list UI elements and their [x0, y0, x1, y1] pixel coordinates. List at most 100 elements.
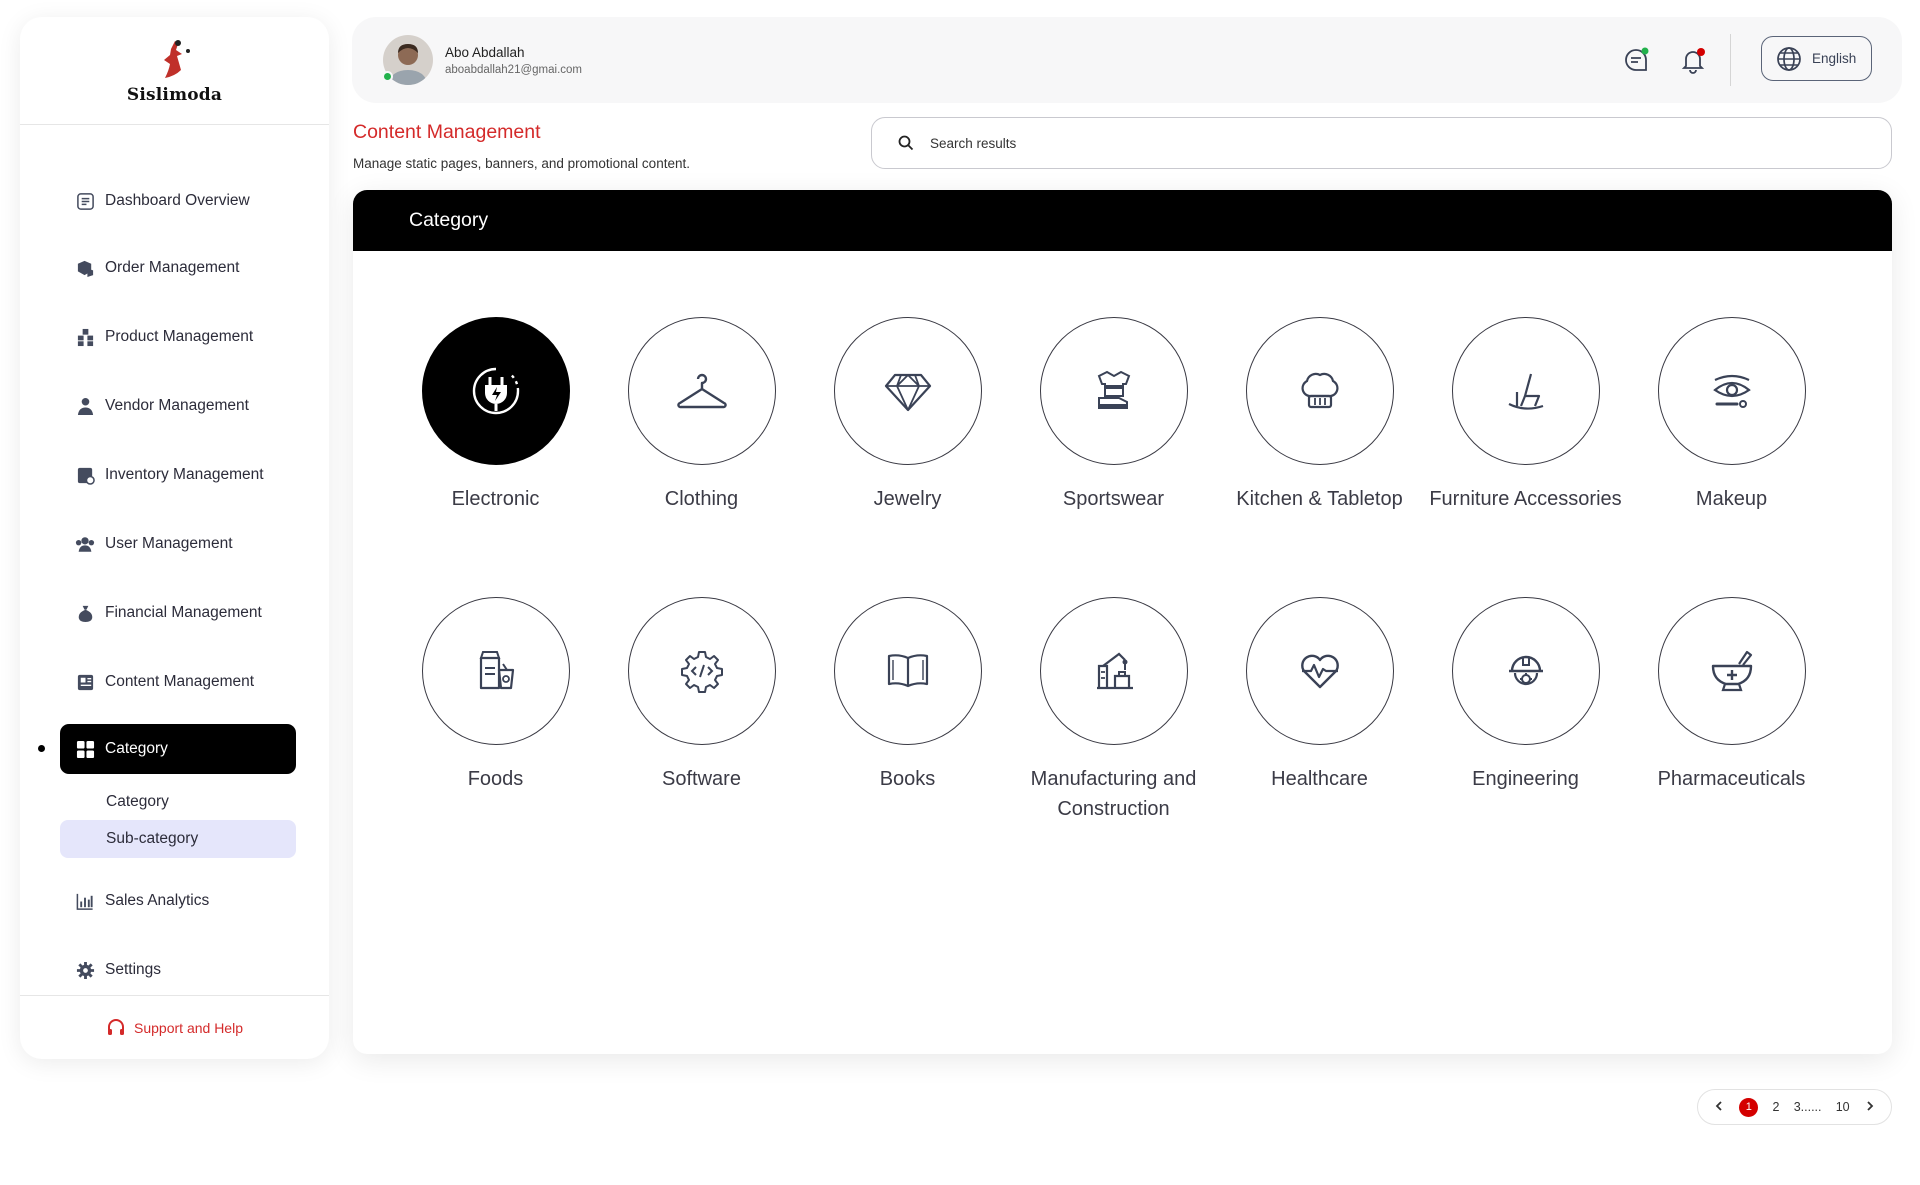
sidebar-item-orders[interactable]: Order Management	[75, 248, 315, 288]
category-label: Clothing	[664, 488, 739, 510]
chat-icon	[1625, 47, 1649, 71]
eye-makeup-icon	[1712, 374, 1751, 408]
category-furniture[interactable]: Furniture Accessories	[1423, 317, 1628, 514]
online-status-dot	[382, 71, 393, 82]
category-label: Healthcare	[1271, 768, 1368, 790]
inventory-icon	[75, 465, 95, 485]
top-bar: Abo Abdallah aboabdallah21@gmai.com Engl…	[352, 17, 1902, 103]
category-label: Kitchen & Tabletop	[1236, 488, 1403, 510]
sidebar-item-financial[interactable]: Financial Management	[75, 593, 315, 633]
sidebar-item-settings[interactable]: Settings	[75, 950, 315, 990]
stack-icon	[75, 327, 95, 347]
sidebar-item-products[interactable]: Product Management	[75, 317, 315, 357]
globe-icon	[1777, 46, 1801, 71]
chat-button[interactable]	[1621, 45, 1651, 75]
category-circle	[627, 597, 776, 745]
sidebar: Sislimoda Dashboard Overview Order Manag…	[20, 17, 329, 1059]
sidebar-item-label: Settings	[105, 961, 162, 978]
category-label: Sportswear	[1062, 488, 1165, 510]
plug-icon	[472, 367, 519, 415]
category-books[interactable]: Books	[805, 597, 1010, 794]
language-selector[interactable]: English	[1761, 36, 1872, 81]
category-clothing[interactable]: Clothing	[599, 317, 804, 514]
user-name: Abo Abdallah	[445, 45, 525, 60]
sidebar-item-content[interactable]: Content Management	[75, 662, 315, 702]
brand-name: Sislimoda	[126, 84, 223, 105]
sidebar-item-vendors[interactable]: Vendor Management	[75, 386, 315, 426]
prev-page-icon[interactable]	[1713, 1100, 1725, 1115]
headset-icon	[108, 1018, 125, 1035]
category-circle	[1245, 597, 1394, 745]
page-current[interactable]: 1	[1739, 1097, 1759, 1117]
panel-title: Category	[353, 190, 1892, 251]
notifications-button[interactable]	[1678, 45, 1708, 75]
category-sportswear[interactable]: Sportswear	[1011, 317, 1216, 514]
food-icon	[479, 651, 514, 690]
category-label: Manufacturing and Construction	[1030, 768, 1197, 820]
category-label: Jewelry	[873, 488, 942, 510]
category-foods[interactable]: Foods	[393, 597, 598, 794]
sidebar-item-users[interactable]: User Management	[75, 524, 315, 564]
boxes-icon	[75, 258, 95, 278]
pagination: 1 2 3...... 10	[1697, 1089, 1892, 1125]
mortar-icon	[1711, 650, 1752, 692]
support-link[interactable]: Support and Help	[20, 995, 329, 1059]
next-page-icon[interactable]	[1864, 1100, 1876, 1115]
category-circle	[833, 317, 982, 465]
category-software[interactable]: Software	[599, 597, 804, 794]
category-circle	[1245, 317, 1394, 465]
heartbeat-icon	[1300, 654, 1339, 689]
category-circle	[833, 597, 982, 745]
category-kitchen[interactable]: Kitchen & Tabletop	[1217, 317, 1422, 514]
category-electronic[interactable]: Electronic	[393, 317, 598, 514]
category-healthcare[interactable]: Healthcare	[1217, 597, 1422, 794]
page-link[interactable]: 3......	[1794, 1100, 1822, 1114]
category-label: Electronic	[451, 488, 540, 510]
category-label: Engineering	[1472, 768, 1579, 790]
category-engineering[interactable]: Engineering	[1423, 597, 1628, 794]
category-label: Books	[879, 768, 936, 790]
page-subtitle: Manage static pages, banners, and promot…	[353, 156, 690, 171]
sportswear-icon	[1097, 370, 1130, 409]
category-circle	[1039, 597, 1188, 745]
content-icon	[75, 672, 95, 692]
page-title: Content Management	[353, 121, 541, 143]
sidebar-item-label: Sales Analytics	[105, 892, 210, 909]
sub-item-category[interactable]: Category	[60, 783, 296, 821]
sidebar-item-label: Vendor Management	[105, 397, 249, 414]
sidebar-item-label: Order Management	[105, 259, 240, 276]
sidebar-item-label: Content Management	[105, 673, 255, 690]
logo[interactable]: Sislimoda	[20, 17, 329, 125]
hanger-icon	[676, 373, 727, 409]
category-circle	[421, 317, 570, 465]
sidebar-item-dashboard[interactable]: Dashboard Overview	[75, 181, 315, 221]
category-pharmaceuticals[interactable]: Pharmaceuticals	[1629, 597, 1834, 794]
sub-item-subcategory[interactable]: Sub-category	[60, 820, 296, 858]
sidebar-item-category[interactable]: Category	[60, 724, 296, 774]
category-label: Furniture Accessories	[1429, 488, 1622, 510]
category-label: Pharmaceuticals	[1657, 768, 1806, 790]
category-label: Foods	[467, 768, 524, 790]
book-icon	[887, 654, 928, 688]
bell-icon	[1681, 48, 1705, 74]
page-link[interactable]: 2	[1773, 1100, 1780, 1114]
search-input[interactable]	[930, 135, 1830, 151]
grid-icon	[75, 739, 95, 759]
category-makeup[interactable]: Makeup	[1629, 317, 1834, 514]
category-jewelry[interactable]: Jewelry	[805, 317, 1010, 514]
search-icon	[898, 135, 914, 151]
category-manufacturing[interactable]: Manufacturing and Construction	[1011, 597, 1216, 824]
category-circle	[1657, 597, 1806, 745]
sidebar-item-inventory[interactable]: Inventory Management	[75, 455, 315, 495]
sidebar-item-analytics[interactable]: Sales Analytics	[75, 881, 315, 921]
dancer-logo-icon	[163, 39, 190, 78]
user-email: aboabdallah21@gmai.com	[445, 64, 582, 76]
rocking-chair-icon	[1508, 373, 1543, 410]
divider	[1730, 34, 1731, 86]
crane-icon	[1096, 652, 1133, 690]
language-label: English	[1812, 51, 1857, 66]
chef-hat-icon	[1300, 372, 1339, 409]
page-link[interactable]: 10	[1836, 1100, 1850, 1114]
code-gear-icon	[680, 651, 723, 693]
category-circle	[1657, 317, 1806, 465]
